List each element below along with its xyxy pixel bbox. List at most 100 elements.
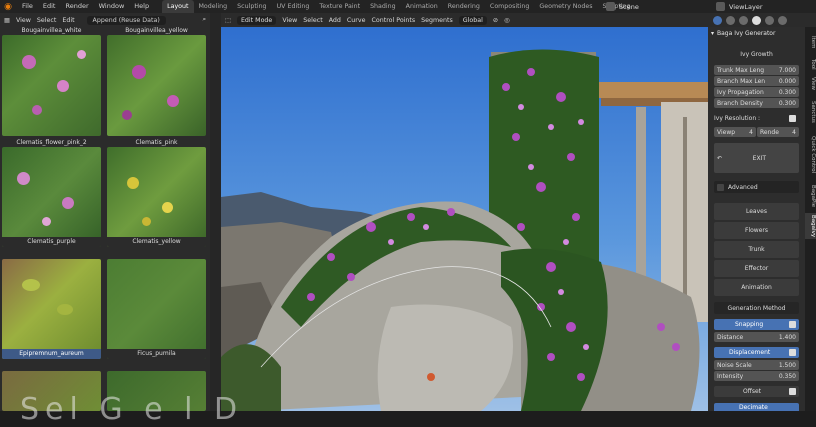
tab-rendering[interactable]: Rendering <box>443 0 485 13</box>
tab-view[interactable]: View <box>805 75 816 93</box>
tab-modeling[interactable]: Modeling <box>194 0 233 13</box>
exit-label: EXIT <box>752 154 766 162</box>
viewport-resolution-field[interactable]: Viewp 4 <box>714 127 756 137</box>
tab-bagaivy[interactable]: BagaIvy <box>805 213 816 239</box>
asset-browser-splitter[interactable] <box>210 13 221 411</box>
tab-uv-editing[interactable]: UV Editing <box>272 0 315 13</box>
collapse-chevron-icon[interactable]: ▾ <box>711 30 714 37</box>
field-value: 1.500 <box>778 361 796 369</box>
menu-render[interactable]: Render <box>60 0 93 13</box>
asset-browser-header: ▦ View Select Edit Append (Reuse Data) ⌕ <box>0 13 210 27</box>
ivy-propagation-field[interactable]: Ivy Propagation 0.300 <box>714 87 799 97</box>
editor-type-icon[interactable]: ▦ <box>4 17 10 24</box>
viewport-menu-segments[interactable]: Segments <box>421 17 453 24</box>
asset-thumbnail[interactable]: Clematis_yellow <box>107 147 206 247</box>
snap-icon[interactable]: ⊘ <box>493 17 498 24</box>
viewport-shading-icon[interactable] <box>713 15 722 25</box>
snapping-checkbox[interactable] <box>789 321 796 328</box>
trunk-max-length-field[interactable]: Trunk Max Leng 7.000 <box>714 65 799 75</box>
proportional-edit-icon[interactable]: ◎ <box>504 17 510 24</box>
xray-icon[interactable] <box>739 15 748 25</box>
branch-density-field[interactable]: Branch Density 0.300 <box>714 98 799 108</box>
view-layer-icon <box>716 2 725 11</box>
flowers-button[interactable]: Flowers <box>714 222 799 239</box>
field-label: Viewp <box>717 128 736 136</box>
tab-quick-control[interactable]: Quick Control <box>805 131 816 179</box>
noise-scale-field[interactable]: Noise Scale 1.500 <box>714 360 799 370</box>
tab-tool[interactable]: Tool <box>805 55 816 73</box>
viewport-menu-select[interactable]: Select <box>303 17 322 24</box>
blender-logo-icon[interactable]: ◉ <box>3 2 13 12</box>
tab-geometry-nodes[interactable]: Geometry Nodes <box>534 0 597 13</box>
asset-label: Clematis_pink <box>135 139 178 146</box>
tab-sculpting[interactable]: Sculpting <box>232 0 271 13</box>
menu-file[interactable]: File <box>17 0 38 13</box>
decimate-label: Decimate <box>739 403 768 411</box>
ivy-resolution-row: Ivy Resolution : <box>711 113 799 123</box>
displacement-button[interactable]: Displacement <box>714 347 799 358</box>
viewport-menu-view[interactable]: View <box>282 17 297 24</box>
asset-label: Clematis_flower_pink_2 <box>16 139 87 146</box>
menu-window[interactable]: Window <box>94 0 130 13</box>
orientation-dropdown[interactable]: Global <box>458 15 487 25</box>
asset-thumbnail[interactable] <box>2 35 101 136</box>
tab-sanctus[interactable]: Sanctus <box>805 97 816 127</box>
scene-name[interactable]: Scene <box>619 3 639 11</box>
mode-dropdown[interactable]: Edit Mode <box>236 15 277 25</box>
3d-viewport[interactable] <box>221 27 708 411</box>
overlay-icon[interactable] <box>726 15 735 25</box>
tab-item[interactable]: Item <box>805 31 816 53</box>
menu-edit[interactable]: Edit <box>38 0 61 13</box>
viewport-menu-add[interactable]: Add <box>329 17 341 24</box>
asset-menu-edit[interactable]: Edit <box>62 17 74 24</box>
search-icon[interactable]: ⌕ <box>202 16 206 24</box>
asset-menu-view[interactable]: View <box>16 17 31 24</box>
tab-animation[interactable]: Animation <box>401 0 443 13</box>
editor-type-icon[interactable]: ⬚ <box>225 17 231 24</box>
branch-max-length-field[interactable]: Branch Max Len 0.000 <box>714 76 799 86</box>
viewport-menu-control-points[interactable]: Control Points <box>371 17 415 24</box>
field-label: Rende <box>760 128 779 136</box>
decimate-button[interactable]: Decimate <box>714 403 799 411</box>
panel-header[interactable]: ▾ Baga Ivy Generator <box>708 27 805 39</box>
view-layer-name[interactable]: ViewLayer <box>729 3 763 11</box>
displacement-checkbox[interactable] <box>789 349 796 356</box>
snapping-button[interactable]: Snapping <box>714 319 799 330</box>
asset-label: Clematis_purple <box>2 237 101 247</box>
offset-checkbox[interactable] <box>789 388 796 395</box>
field-label: Distance <box>717 333 744 341</box>
advanced-checkbox[interactable] <box>717 183 724 191</box>
asset-thumbnail[interactable]: Ficus_pumila <box>107 259 206 359</box>
render-resolution-field[interactable]: Rende 4 <box>757 127 799 137</box>
effector-button[interactable]: Effector <box>714 260 799 277</box>
viewport-menu-curve[interactable]: Curve <box>347 17 366 24</box>
render-shading-icon[interactable] <box>778 15 787 25</box>
tab-bagapie[interactable]: BagaPie <box>805 182 816 210</box>
asset-thumbnail[interactable]: Clematis_purple <box>2 147 101 247</box>
exit-button[interactable]: ↶ EXIT <box>714 143 799 173</box>
animation-button[interactable]: Animation <box>714 279 799 296</box>
ivy-growth-section: Ivy Growth <box>740 50 773 58</box>
intensity-field[interactable]: Intensity 0.350 <box>714 371 799 381</box>
tab-compositing[interactable]: Compositing <box>485 0 534 13</box>
asset-thumbnail[interactable] <box>107 35 206 136</box>
trunk-button[interactable]: Trunk <box>714 241 799 258</box>
asset-thumbnail[interactable]: Epipremnum_aureum <box>2 259 101 359</box>
ivy-generator-panel: ▾ Baga Ivy Generator Ivy Growth Trunk Ma… <box>708 27 805 411</box>
distance-field[interactable]: Distance 1.400 <box>714 332 799 342</box>
solid-shading-icon[interactable] <box>752 15 761 25</box>
offset-button[interactable]: Offset <box>714 386 799 397</box>
import-mode-dropdown[interactable]: Append (Reuse Data) <box>86 15 166 25</box>
tab-texture-paint[interactable]: Texture Paint <box>314 0 365 13</box>
tab-shading[interactable]: Shading <box>365 0 401 13</box>
material-shading-icon[interactable] <box>765 15 774 25</box>
menu-help[interactable]: Help <box>129 0 154 13</box>
asset-grid: Clematis_purple Clematis_yellow Epipremn… <box>0 27 210 411</box>
scene-selector[interactable]: Scene <box>606 0 639 13</box>
tab-layout[interactable]: Layout <box>162 0 194 13</box>
advanced-toggle[interactable]: Advanced <box>714 181 799 193</box>
resolution-toggle-icon[interactable] <box>789 114 796 122</box>
view-layer-selector[interactable]: ViewLayer <box>716 0 763 13</box>
asset-menu-select[interactable]: Select <box>37 17 56 24</box>
leaves-button[interactable]: Leaves <box>714 203 799 220</box>
